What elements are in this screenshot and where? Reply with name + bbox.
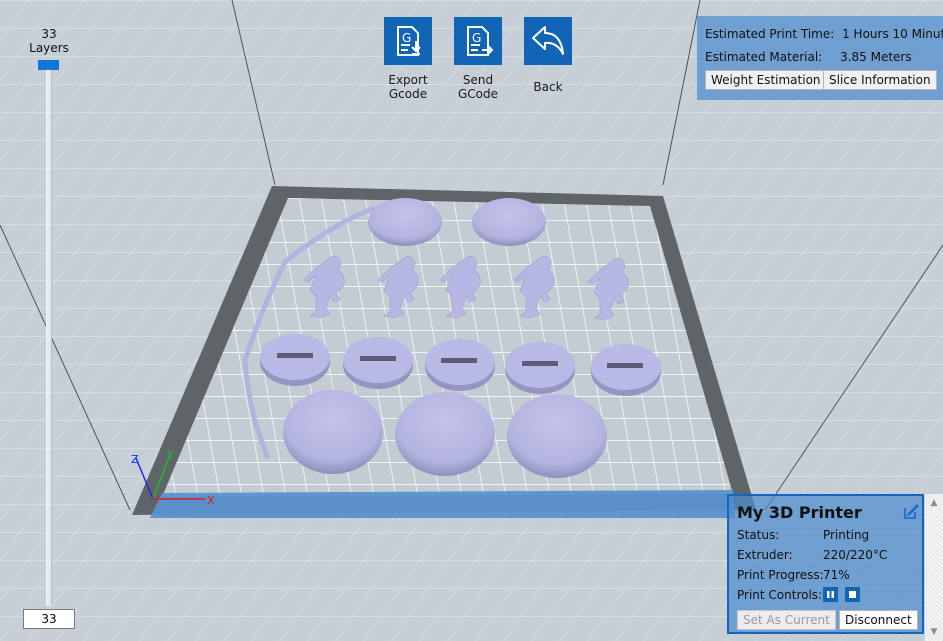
axis-z-label: Z xyxy=(131,453,139,466)
send-line2: GCode xyxy=(457,87,499,101)
layer-slider-track[interactable] xyxy=(46,66,52,606)
export-gcode-button[interactable]: G Export Gcode xyxy=(376,17,440,101)
model-disc xyxy=(472,198,546,246)
printer-list-scrollbar[interactable]: ▲ ▼ xyxy=(925,494,943,641)
model-disc xyxy=(395,392,495,476)
printer-name: My 3D Printer xyxy=(737,503,862,522)
layer-count: 33 xyxy=(41,27,57,41)
export-gcode-icon: G xyxy=(384,17,432,65)
model-disc xyxy=(368,198,442,246)
print-time-label: Estimated Print Time: xyxy=(705,27,835,41)
status-label: Status: xyxy=(737,528,780,542)
send-line1: Send xyxy=(462,73,494,87)
material-value: 3.85 Meters xyxy=(840,50,912,64)
back-label: Back xyxy=(533,80,563,94)
material-row: Estimated Material: 3.85 Meters xyxy=(705,50,912,64)
back-arrow-icon xyxy=(524,17,572,65)
material-label: Estimated Material: xyxy=(705,50,823,64)
extruder-label: Extruder: xyxy=(737,548,793,562)
layers-label: Layers xyxy=(29,41,69,55)
weight-estimation-button[interactable]: Weight Estimation xyxy=(705,70,827,90)
status-value: Printing xyxy=(823,528,870,542)
slice-information-button[interactable]: Slice Information xyxy=(823,70,937,90)
model-disc xyxy=(507,394,607,478)
scroll-down-icon[interactable]: ▼ xyxy=(926,624,942,640)
layer-count-label: 33 Layers xyxy=(18,27,80,55)
progress-label: Print Progress: xyxy=(737,568,824,582)
disconnect-button[interactable]: Disconnect xyxy=(839,610,918,630)
back-button[interactable]: Back xyxy=(516,17,580,94)
set-as-current-button[interactable]: Set As Current xyxy=(737,610,836,630)
export-line2: Gcode xyxy=(388,87,428,101)
axis-x-label: X xyxy=(207,494,215,507)
printer-panel: My 3D Printer Status: Printing Extruder:… xyxy=(727,494,924,634)
pause-icon xyxy=(827,591,834,598)
estimate-panel: Estimated Print Time: 1 Hours 10 Minut es… xyxy=(697,16,943,100)
scroll-up-icon[interactable]: ▲ xyxy=(926,495,942,511)
model-disc xyxy=(283,390,383,474)
extruder-value: 220/220°C xyxy=(823,548,888,562)
print-time-row: Estimated Print Time: 1 Hours 10 Minutes xyxy=(705,27,943,41)
send-gcode-button[interactable]: G Send GCode xyxy=(446,17,510,101)
print-time-value: 1 Hours 10 Minutes xyxy=(842,27,943,41)
stop-icon xyxy=(849,591,856,598)
svg-text:G: G xyxy=(402,31,411,45)
export-line1: Export xyxy=(388,73,428,87)
svg-text:G: G xyxy=(472,31,481,45)
controls-label: Print Controls: xyxy=(737,588,823,602)
axis-y-label: Y xyxy=(166,448,174,461)
stop-button[interactable] xyxy=(845,587,860,602)
send-gcode-icon: G xyxy=(454,17,502,65)
progress-value: 71% xyxy=(823,568,850,582)
edit-icon[interactable] xyxy=(903,504,919,520)
layer-slider-handle[interactable] xyxy=(38,60,59,70)
layer-input[interactable] xyxy=(23,609,75,629)
pause-button[interactable] xyxy=(823,587,838,602)
